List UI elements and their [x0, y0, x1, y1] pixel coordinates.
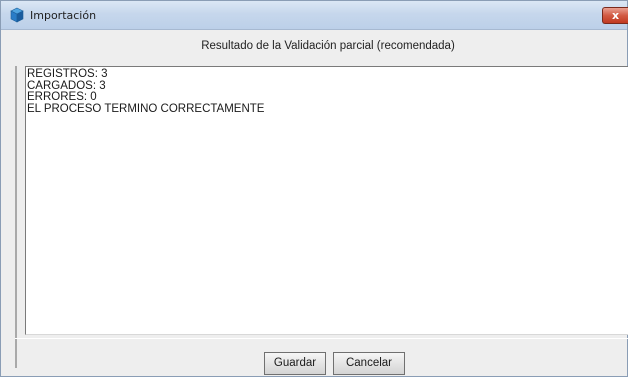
window-title: Importación — [30, 9, 97, 22]
bottom-divider — [15, 338, 628, 339]
results-text-area[interactable]: REGISTROS: 3 CARGADOS: 3 ERRORES: 0 EL P… — [25, 66, 628, 335]
close-button[interactable]: x — [602, 7, 628, 24]
close-icon: x — [612, 9, 620, 22]
import-dialog-window: Importación x Resultado de la Validación… — [0, 0, 628, 377]
dialog-body: Resultado de la Validación parcial (reco… — [8, 30, 628, 376]
title-bar[interactable]: Importación x — [1, 1, 628, 30]
cancel-button[interactable]: Cancelar — [333, 352, 405, 375]
result-line-status: EL PROCESO TERMINO CORRECTAMENTE — [27, 102, 265, 115]
validation-result-heading: Resultado de la Validación parcial (reco… — [201, 40, 455, 52]
result-line-cargados: CARGADOS: 3 — [27, 79, 106, 92]
left-separator — [15, 66, 17, 368]
save-button[interactable]: Guardar — [264, 352, 326, 375]
result-line-registros: REGISTROS: 3 — [27, 68, 108, 80]
app-cube-icon — [9, 7, 25, 23]
